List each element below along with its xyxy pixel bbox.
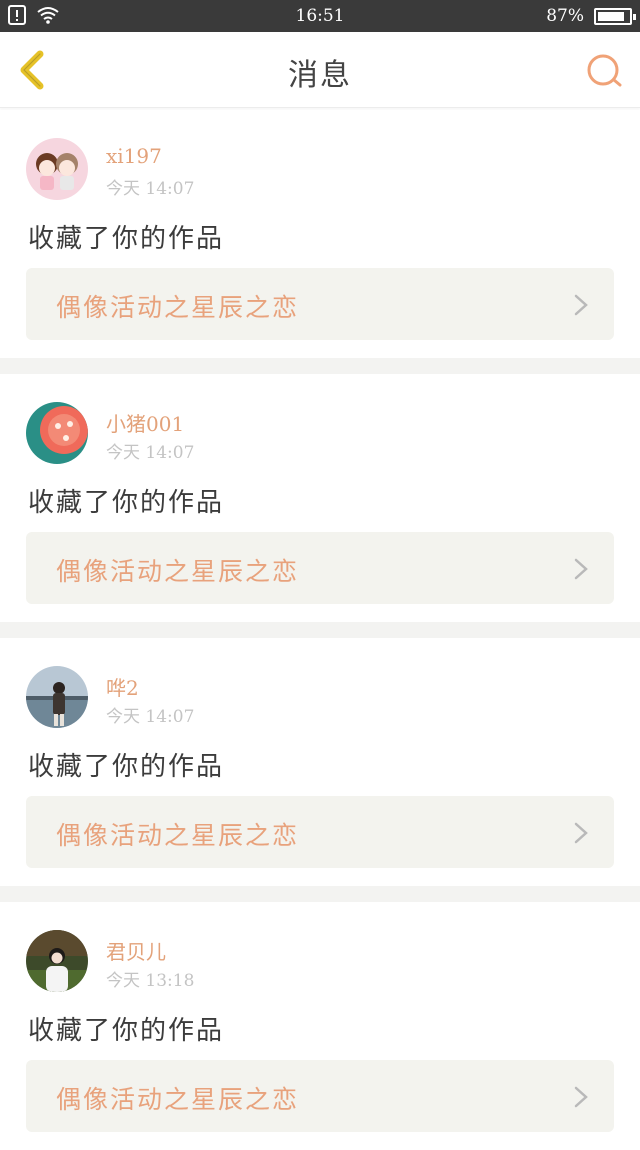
message-list: xi197 今天 14:07 收藏了你的作品 偶像活动之星辰之恋 小猪001 今… — [0, 110, 640, 1150]
timestamp: 今天 14:07 — [106, 443, 195, 463]
avatar[interactable] — [26, 930, 88, 992]
work-link[interactable]: 偶像活动之星辰之恋 — [26, 268, 614, 340]
message-item: 小猪001 今天 14:07 收藏了你的作品 偶像活动之星辰之恋 — [0, 374, 640, 622]
message-item: 君贝儿 今天 13:18 收藏了你的作品 偶像活动之星辰之恋 — [0, 902, 640, 1150]
status-bar: 16:51 87% — [0, 0, 640, 32]
work-title: 偶像活动之星辰之恋 — [56, 557, 300, 586]
work-link[interactable]: 偶像活动之星辰之恋 — [26, 1060, 614, 1132]
cartoon-couple-avatar — [26, 138, 88, 200]
message-item: 哗2 今天 14:07 收藏了你的作品 偶像活动之星辰之恋 — [0, 638, 640, 886]
girl-photo-avatar — [26, 930, 88, 992]
work-link[interactable]: 偶像活动之星辰之恋 — [26, 532, 614, 604]
avatar[interactable] — [26, 402, 88, 464]
action-text: 收藏了你的作品 — [28, 752, 225, 782]
divider — [0, 358, 640, 374]
action-text: 收藏了你的作品 — [28, 224, 225, 254]
search-button[interactable] — [586, 52, 624, 90]
clock: 16:51 — [295, 6, 345, 26]
chevron-right-icon — [574, 1086, 588, 1108]
nav-bar: 消息 — [0, 32, 640, 108]
work-title: 偶像活动之星辰之恋 — [56, 1085, 300, 1114]
battery-percent: 87% — [546, 6, 584, 26]
timestamp: 今天 13:18 — [106, 971, 195, 991]
work-title: 偶像活动之星辰之恋 — [56, 821, 300, 850]
work-title: 偶像活动之星辰之恋 — [56, 293, 300, 322]
chevron-right-icon — [574, 294, 588, 316]
username[interactable]: 哗2 — [106, 672, 139, 701]
username[interactable]: 君贝儿 — [106, 936, 166, 965]
battery-icon — [594, 8, 636, 25]
avatar[interactable] — [26, 666, 88, 728]
page-title: 消息 — [288, 58, 352, 93]
work-link[interactable]: 偶像活动之星辰之恋 — [26, 796, 614, 868]
divider — [0, 886, 640, 902]
flower-avatar — [26, 402, 88, 464]
timestamp: 今天 14:07 — [106, 179, 195, 199]
seaside-girl-avatar — [26, 666, 88, 728]
search-icon — [587, 54, 622, 87]
chevron-right-icon — [574, 822, 588, 844]
action-text: 收藏了你的作品 — [28, 1016, 225, 1046]
divider — [0, 622, 640, 638]
timestamp: 今天 14:07 — [106, 707, 195, 727]
avatar[interactable] — [26, 138, 88, 200]
chevron-right-icon — [574, 558, 588, 580]
action-text: 收藏了你的作品 — [28, 488, 225, 518]
username[interactable]: 小猪001 — [106, 408, 184, 437]
message-item: xi197 今天 14:07 收藏了你的作品 偶像活动之星辰之恋 — [0, 110, 640, 358]
username[interactable]: xi197 — [106, 144, 162, 168]
